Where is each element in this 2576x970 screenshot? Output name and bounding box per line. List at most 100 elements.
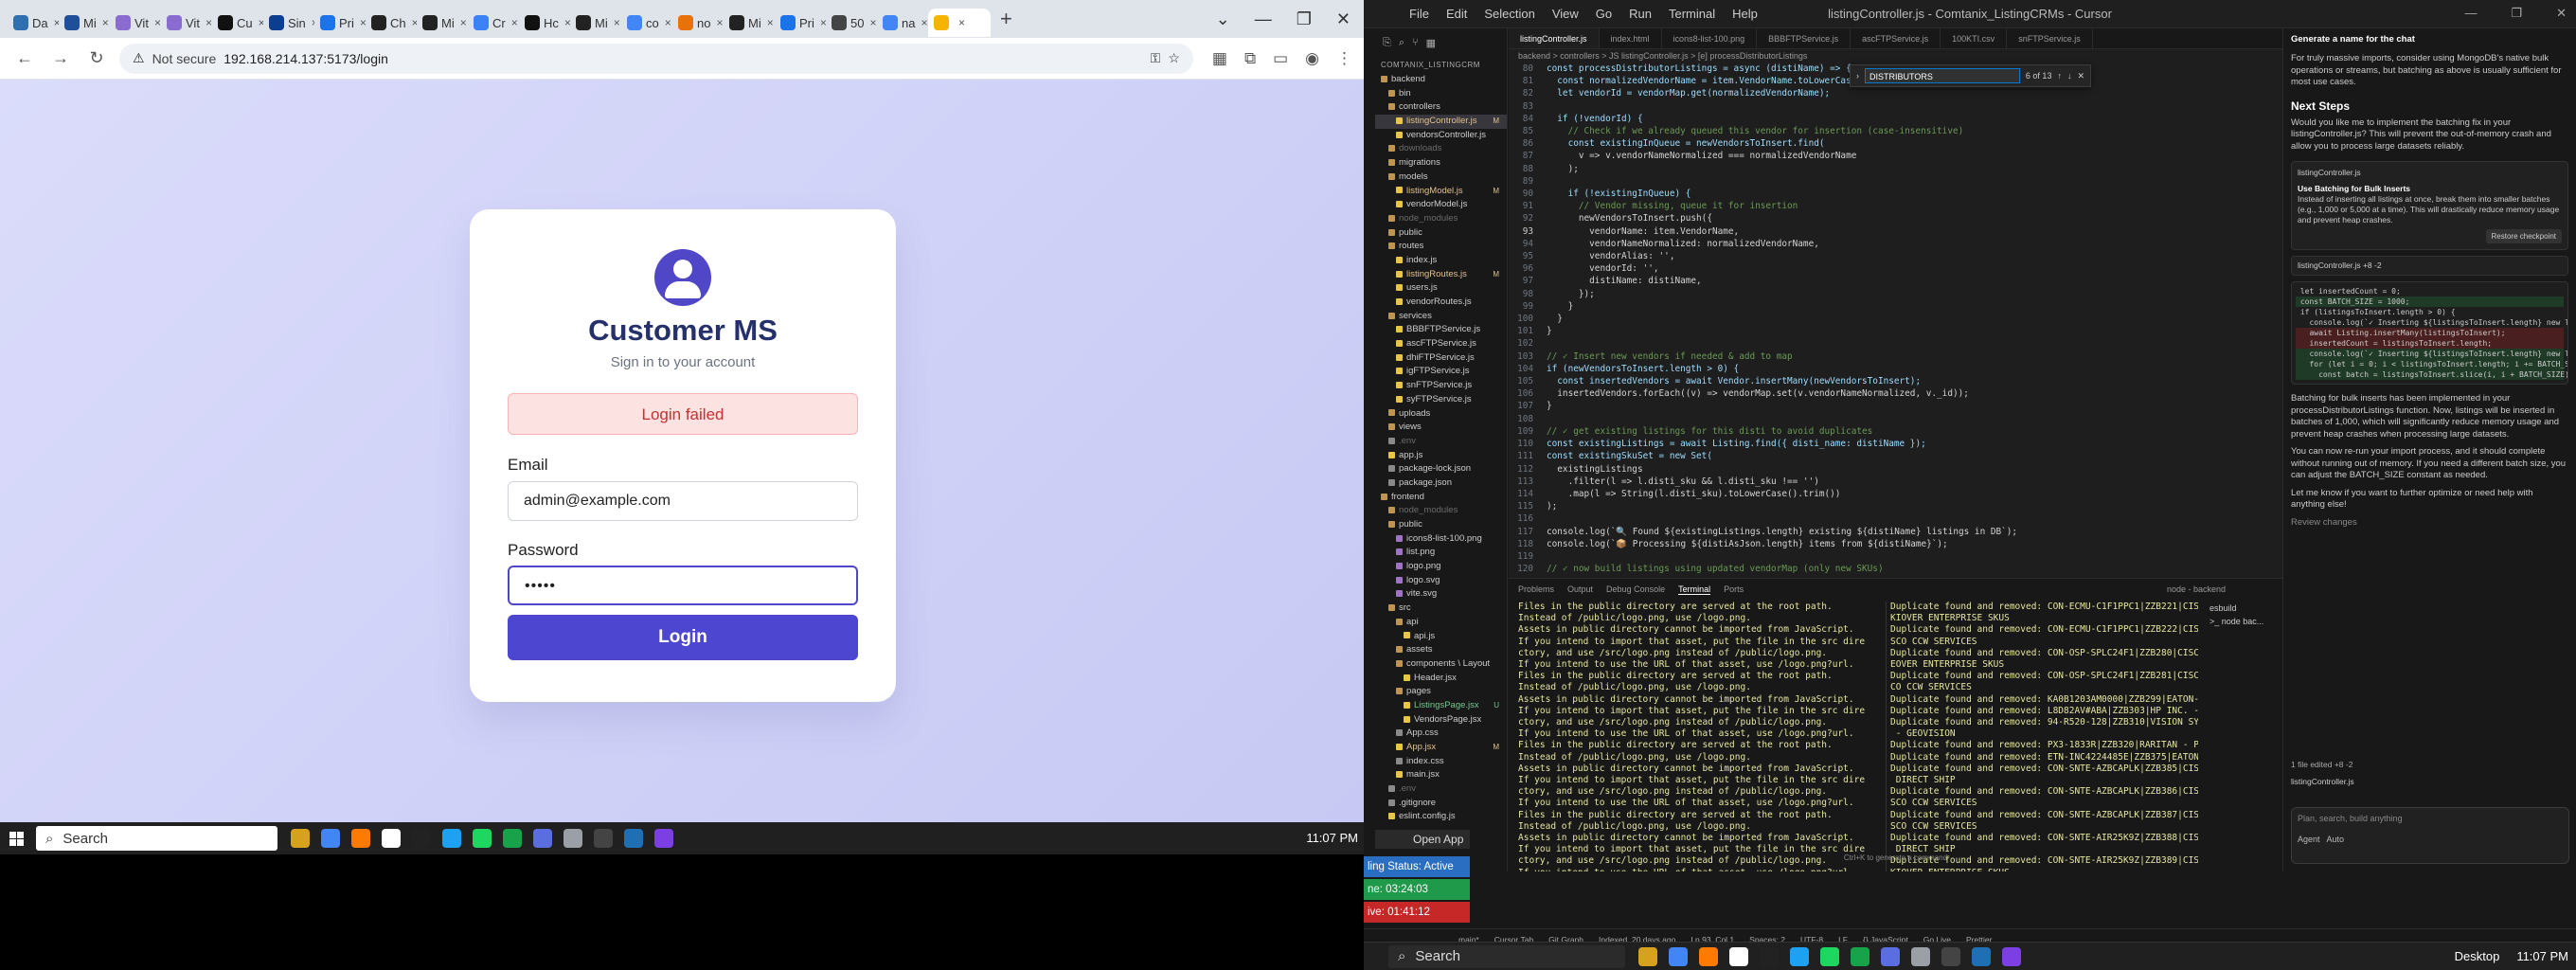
taskbar-app-icon[interactable] bbox=[382, 829, 401, 848]
close-tab-icon[interactable]: × bbox=[511, 16, 518, 29]
file-tree-item[interactable]: syFTPService.js bbox=[1375, 393, 1507, 407]
editor-tab[interactable]: 100KTI.csv bbox=[1941, 28, 2008, 48]
taskbar-app-icon[interactable] bbox=[1638, 946, 1657, 966]
file-tree-item[interactable]: vendorModel.js bbox=[1375, 198, 1507, 212]
terminal-instance[interactable]: >_ node bac... bbox=[2209, 615, 2281, 628]
edited-file[interactable]: listingController.js bbox=[2291, 777, 2354, 786]
file-tree-item[interactable]: node_modules bbox=[1375, 212, 1507, 226]
editor-tab[interactable]: snFTPService.js bbox=[2007, 28, 2093, 48]
taskbar-app-icon[interactable] bbox=[291, 829, 310, 848]
chat-input[interactable]: Plan, search, build anything Agent Auto bbox=[2291, 807, 2569, 864]
file-tree-item[interactable]: ListingsPage.jsx U bbox=[1375, 699, 1507, 713]
taskbar-app-icon[interactable] bbox=[321, 829, 340, 848]
desktop-label[interactable]: Desktop bbox=[2455, 943, 2500, 970]
taskbar-app-icon[interactable] bbox=[473, 829, 492, 848]
review-changes-link[interactable]: Review changes bbox=[2283, 514, 2576, 532]
file-tree-item[interactable]: api bbox=[1375, 616, 1507, 630]
files-icon[interactable]: ⎘ bbox=[1383, 37, 1391, 49]
file-tree-item[interactable]: ascFTPService.js bbox=[1375, 337, 1507, 351]
file-tree-item[interactable]: package.json bbox=[1375, 476, 1507, 491]
browser-tab[interactable]: Da × bbox=[8, 9, 59, 37]
file-tree-item[interactable]: migrations bbox=[1375, 156, 1507, 171]
menu-kebab-icon[interactable]: ⋮ bbox=[1336, 49, 1352, 68]
editor-tab[interactable]: ascFTPService.js bbox=[1851, 28, 1941, 48]
terminal-frontend[interactable]: Files in the public directory are served… bbox=[1518, 602, 1878, 871]
file-tree-item[interactable]: .env bbox=[1375, 435, 1507, 449]
taskbar-app-icon[interactable] bbox=[503, 829, 522, 848]
menu-item[interactable]: File bbox=[1409, 7, 1429, 21]
address-bar[interactable]: ⚠ Not secure 192.168.214.137:5173/login … bbox=[119, 43, 1193, 74]
taskbar-app-icon[interactable] bbox=[1729, 946, 1748, 966]
file-tree-item[interactable]: vite.svg bbox=[1375, 587, 1507, 602]
taskbar-app-icon[interactable] bbox=[351, 829, 370, 848]
extensions-icon[interactable]: ▦ bbox=[1426, 37, 1436, 49]
browser-tab[interactable]: Cr × bbox=[468, 9, 519, 37]
file-tree-item[interactable]: assets bbox=[1375, 643, 1507, 657]
taskbar-app-icon[interactable] bbox=[624, 829, 643, 848]
file-tree-item[interactable]: main.jsx bbox=[1375, 768, 1507, 782]
browser-tab[interactable]: Mi × bbox=[417, 9, 468, 37]
restore-checkpoint-button[interactable]: Restore checkpoint bbox=[2485, 229, 2562, 243]
file-tree-item[interactable]: App.css bbox=[1375, 727, 1507, 741]
file-tree-item[interactable]: pages bbox=[1375, 685, 1507, 699]
close-tab-icon[interactable]: × bbox=[716, 16, 723, 29]
file-tree-item[interactable]: index.css bbox=[1375, 755, 1507, 769]
panel-tab[interactable]: Ports bbox=[1724, 584, 1744, 594]
browser-tab[interactable]: Cu × bbox=[212, 9, 263, 37]
panel-tab[interactable]: Problems bbox=[1518, 584, 1554, 594]
password-key-icon[interactable]: ⚿ bbox=[1151, 50, 1161, 66]
file-tree-item[interactable]: bin bbox=[1375, 87, 1507, 101]
taskbar-app-icon[interactable] bbox=[1972, 946, 1991, 966]
file-tree-item[interactable]: node_modules bbox=[1375, 504, 1507, 518]
taskbar-app-icon[interactable] bbox=[654, 829, 673, 848]
file-tree-item[interactable]: users.js bbox=[1375, 281, 1507, 296]
browser-tab[interactable]: Mi × bbox=[570, 9, 621, 37]
profile-icon[interactable]: ◉ bbox=[1305, 49, 1319, 68]
close-tab-icon[interactable]: × bbox=[614, 16, 620, 29]
browser-tab[interactable]: Mi × bbox=[59, 9, 110, 37]
file-tree-item[interactable]: index.js bbox=[1375, 254, 1507, 268]
chevron-right-icon[interactable]: › bbox=[1856, 71, 1859, 81]
close-tab-icon[interactable]: × bbox=[921, 16, 927, 29]
close-button[interactable]: ✕ bbox=[1336, 9, 1351, 29]
taskbar-app-icon[interactable] bbox=[1669, 946, 1688, 966]
password-input[interactable]: ••••• bbox=[508, 566, 858, 605]
open-app-button[interactable]: Open App bbox=[1375, 830, 1470, 849]
arrow-down-icon[interactable]: ↓ bbox=[2067, 71, 2072, 81]
maximize-button[interactable]: ❐ bbox=[2511, 6, 2522, 21]
file-tree-item[interactable]: igFTPService.js bbox=[1375, 365, 1507, 379]
menu-item[interactable]: Run bbox=[1629, 7, 1652, 21]
file-tree-item[interactable]: BBBFTPService.js bbox=[1375, 323, 1507, 337]
agent-selector[interactable]: Agent bbox=[2298, 835, 2320, 844]
maximize-button[interactable]: ❐ bbox=[1297, 9, 1312, 29]
file-tree-item[interactable]: vendorsController.js bbox=[1375, 129, 1507, 143]
file-tree-item[interactable]: models bbox=[1375, 171, 1507, 185]
taskbar-search[interactable]: ⌕ Search bbox=[1388, 944, 1625, 968]
file-tree-item[interactable]: App.jsx M bbox=[1375, 741, 1507, 755]
browser-tab[interactable]: Mi × bbox=[724, 9, 775, 37]
taskbar-app-icon[interactable] bbox=[1941, 946, 1960, 966]
extensions-grid-icon[interactable]: ▦ bbox=[1212, 49, 1227, 68]
file-tree-item[interactable]: listingRoutes.js M bbox=[1375, 268, 1507, 282]
file-tree-item[interactable]: frontend bbox=[1375, 491, 1507, 505]
search-icon[interactable]: ⌕ bbox=[1399, 37, 1404, 49]
close-tab-icon[interactable]: × bbox=[102, 16, 109, 29]
browser-tab[interactable]: Vit × bbox=[161, 9, 212, 37]
file-tree-item[interactable]: snFTPService.js bbox=[1375, 379, 1507, 393]
panel-tab[interactable]: Output bbox=[1567, 584, 1593, 594]
forward-button[interactable]: → bbox=[47, 48, 74, 68]
close-tab-icon[interactable]: × bbox=[460, 16, 467, 29]
file-tree-item[interactable]: package-lock.json bbox=[1375, 462, 1507, 476]
login-button[interactable]: Login bbox=[508, 615, 858, 660]
back-button[interactable]: ← bbox=[11, 48, 38, 68]
menu-item[interactable]: View bbox=[1552, 7, 1579, 21]
taskbar-app-icon[interactable] bbox=[594, 829, 613, 848]
file-tree-item[interactable]: .gitignore bbox=[1375, 797, 1507, 811]
file-tree-item[interactable]: services bbox=[1375, 310, 1507, 324]
find-input[interactable]: DISTRIBUTORS bbox=[1865, 68, 2020, 83]
menu-item[interactable]: Terminal bbox=[1669, 7, 1715, 21]
reload-button[interactable]: ↻ bbox=[83, 48, 110, 68]
editor-tab[interactable]: BBBFTPService.js bbox=[1757, 28, 1852, 48]
close-tab-icon[interactable]: × bbox=[958, 16, 965, 29]
sidebar-icon[interactable]: ▭ bbox=[1273, 49, 1288, 68]
